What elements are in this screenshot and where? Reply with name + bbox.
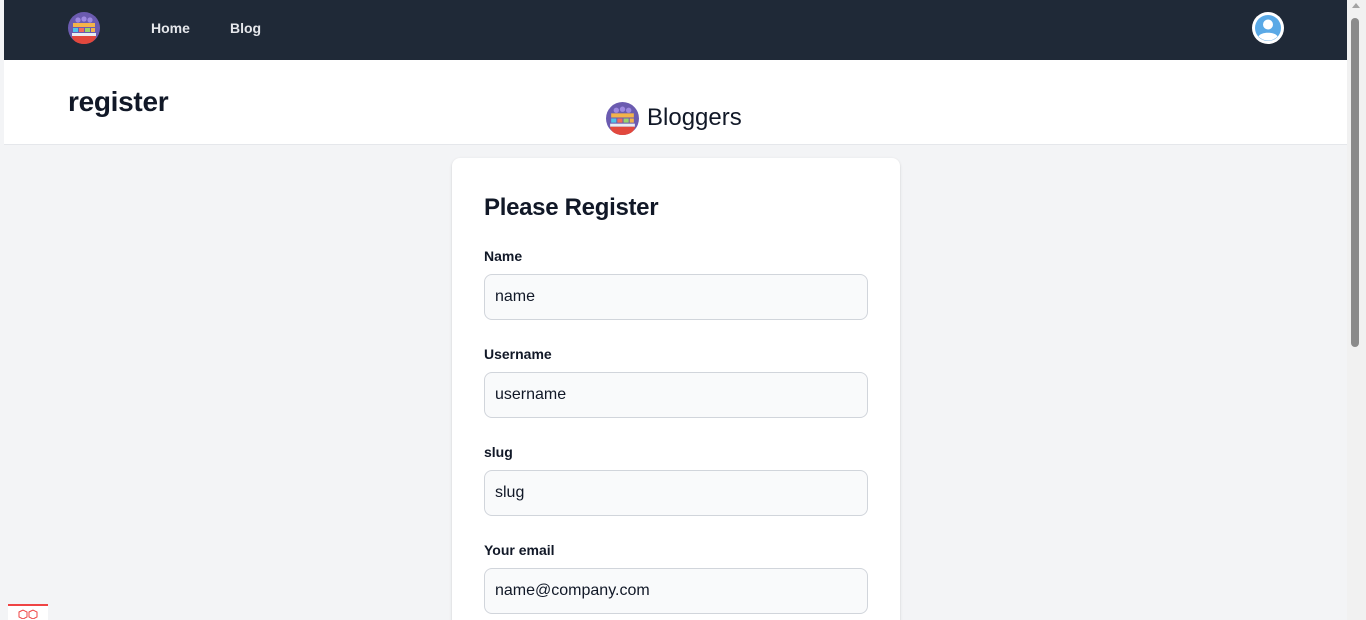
scroll-up-arrow-icon[interactable]: [1352, 3, 1360, 8]
brand: Bloggers: [606, 101, 742, 135]
register-form-card: Please Register Name Username slug Your …: [452, 158, 900, 620]
page-header: register Bloggers: [4, 60, 1347, 145]
bookshelf-logo-icon: [606, 101, 639, 135]
username-input[interactable]: [484, 372, 868, 418]
email-input[interactable]: [484, 568, 868, 614]
slug-label: slug: [484, 444, 513, 460]
user-avatar-icon: [1253, 13, 1283, 43]
nav-link-blog[interactable]: Blog: [230, 20, 261, 36]
site-logo-link[interactable]: [68, 12, 100, 44]
user-avatar-button[interactable]: [1252, 12, 1284, 44]
scrollbar-thumb[interactable]: [1351, 18, 1359, 347]
browser-viewport: Home Blog register Bloggers Please Regis…: [4, 0, 1347, 620]
email-label: Your email: [484, 542, 555, 558]
username-label: Username: [484, 346, 552, 362]
bookshelf-logo-icon: [68, 12, 100, 44]
name-input[interactable]: [484, 274, 868, 320]
name-label: Name: [484, 248, 523, 264]
page-title: register: [68, 86, 169, 117]
cube-icon: [18, 609, 38, 619]
form-title: Please Register: [484, 194, 659, 221]
brand-name: Bloggers: [647, 104, 742, 131]
top-navbar: Home Blog: [4, 0, 1347, 60]
debug-toolbar-tab[interactable]: [8, 604, 48, 620]
slug-input[interactable]: [484, 470, 868, 516]
vertical-scrollbar[interactable]: [1347, 0, 1366, 620]
nav-link-home[interactable]: Home: [151, 20, 190, 36]
